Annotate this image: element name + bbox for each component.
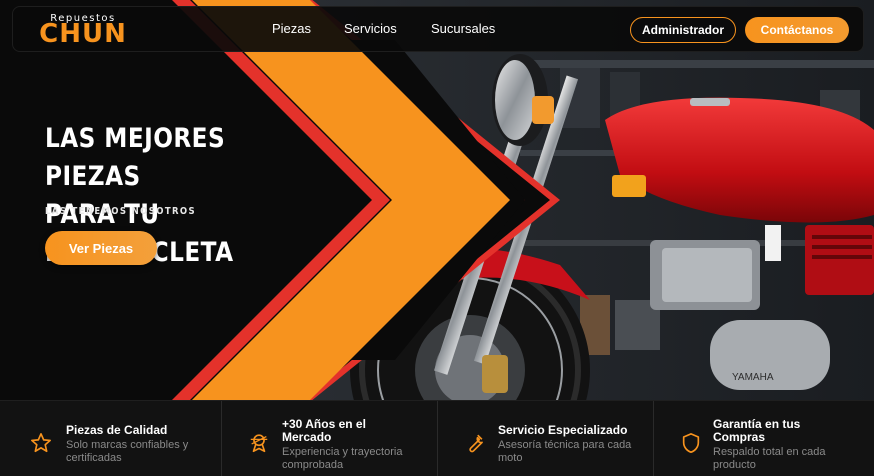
feature-title: +30 Años en el <box>282 417 366 431</box>
logo-wordmark: CHUN <box>39 19 127 49</box>
feature-description: Asesoría técnica para cada <box>498 439 632 451</box>
feature-description: Solo marcas confiables y <box>66 439 189 451</box>
svg-text:YAMAHA: YAMAHA <box>732 372 774 383</box>
contact-button[interactable]: Contáctanos <box>745 17 849 43</box>
feature-experience: +30 Años en el Mercado Experiencia y tra… <box>221 401 437 476</box>
feature-description: Respaldo total en cada <box>713 446 826 458</box>
feature-title: Piezas de Calidad <box>66 423 168 437</box>
nav-link-servicios[interactable]: Servicios <box>344 21 397 36</box>
hero-title-line-1: LAS MEJORES PIEZAS <box>45 123 226 192</box>
feature-title: Servicio Especializado <box>498 423 628 437</box>
award-icon <box>250 434 268 453</box>
brand-logo[interactable]: Repuestos CHUN <box>31 13 141 49</box>
feature-description: Experiencia y trayectoria <box>282 446 403 458</box>
star-icon <box>31 433 51 453</box>
nav-link-piezas[interactable]: Piezas <box>272 21 311 36</box>
feature-description-line-2: producto <box>713 459 756 471</box>
wrench-icon <box>469 434 483 453</box>
nav-link-sucursales[interactable]: Sucursales <box>431 21 495 36</box>
hero-section: YAMAHA LAS MEJORES PIEZAS PARA TU MOTOCI… <box>0 0 874 400</box>
feature-service: Servicio Especializado Asesoría técnica … <box>437 401 653 476</box>
feature-guarantee: Garantía en tus Compras Respaldo total e… <box>653 401 874 476</box>
feature-quality: Piezas de Calidad Solo marcas confiables… <box>0 401 221 476</box>
feature-description-line-2: certificadas <box>66 452 122 464</box>
feature-title-line-2: Compras <box>713 430 766 444</box>
features-bar: Piezas de Calidad Solo marcas confiables… <box>0 400 874 476</box>
feature-title: Garantía en tus <box>713 417 801 431</box>
feature-title-line-2: Mercado <box>282 430 332 444</box>
hero-subtitle: LAS TENEMOS NOSOTROS <box>45 206 196 217</box>
feature-description-line-2: moto <box>498 452 523 464</box>
admin-button[interactable]: Administrador <box>630 17 736 43</box>
top-navbar: Repuestos CHUN Piezas Servicios Sucursal… <box>12 6 864 52</box>
shield-icon <box>682 433 700 453</box>
ver-piezas-button[interactable]: Ver Piezas <box>45 231 157 265</box>
feature-description-line-2: comprobada <box>282 459 344 471</box>
